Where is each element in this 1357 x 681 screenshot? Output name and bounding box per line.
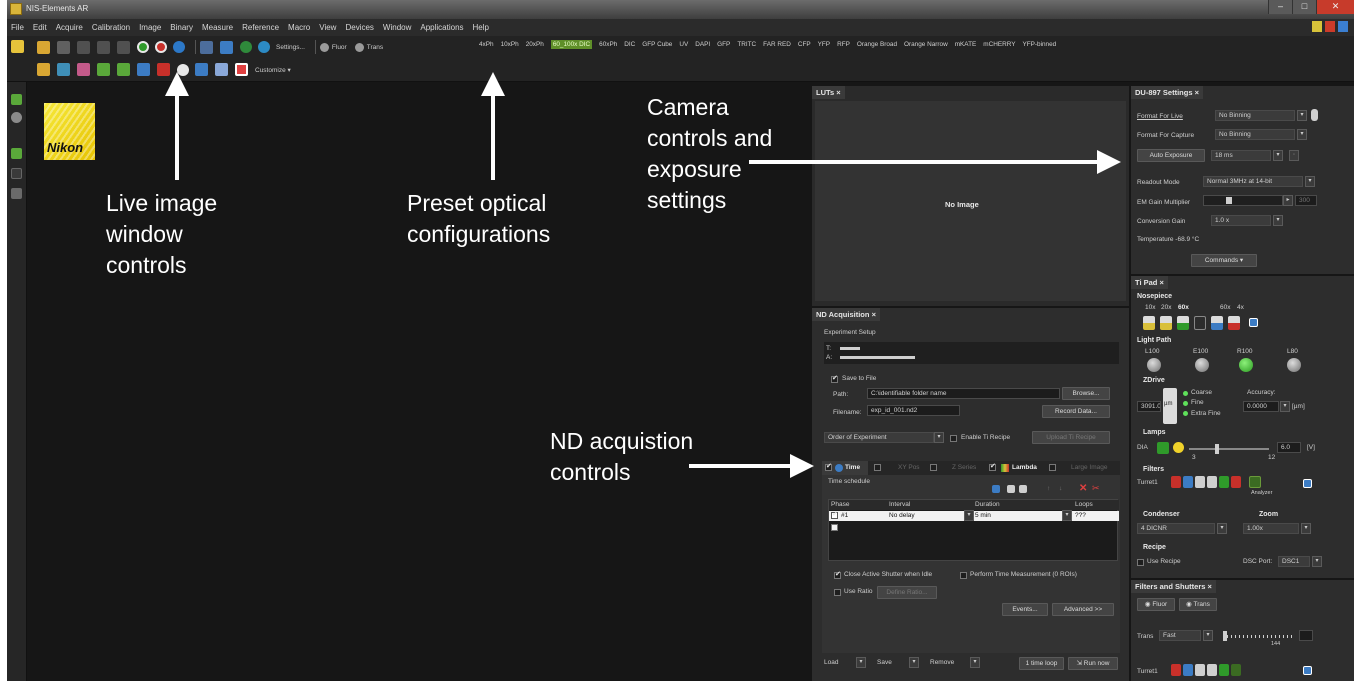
app-window: NIS-Elements AR – □ ✕ File Edit Acquire … [7, 0, 1354, 681]
annotation-arrows [165, 72, 1121, 478]
